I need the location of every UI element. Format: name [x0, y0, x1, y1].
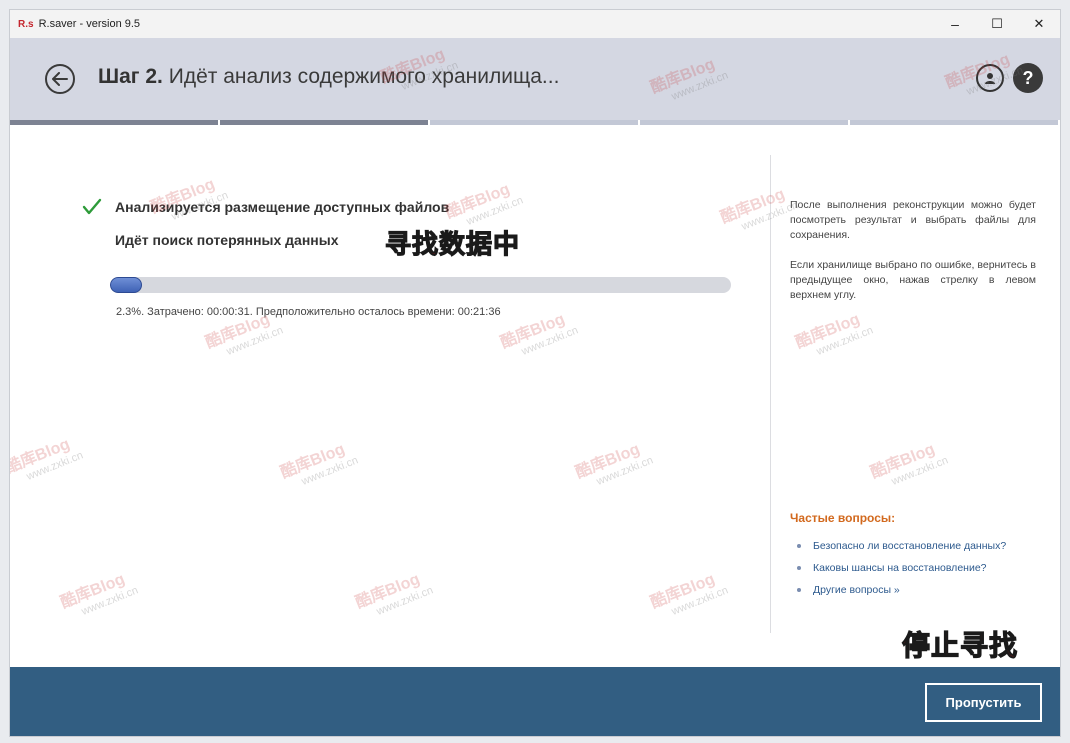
task-current: Идёт поиск потерянных данных	[115, 232, 339, 248]
user-icon	[985, 72, 995, 84]
faq-link-safety[interactable]: Безопасно ли восстановление данных?	[797, 535, 1006, 557]
bullet-icon	[797, 566, 801, 570]
close-button[interactable]: ✕	[1018, 10, 1060, 38]
main-content: Анализируется размещение доступных файло…	[10, 125, 770, 667]
page-title: Шаг 2. Идёт анализ содержимого хранилища…	[98, 65, 559, 89]
window-title: R.saver - version 9.5	[38, 18, 141, 30]
annotation-stop-search: 停止寻找	[901, 629, 1019, 661]
wizard-footer: Пропустить	[10, 667, 1060, 736]
account-button[interactable]	[976, 64, 1004, 92]
step-segment	[850, 120, 1060, 125]
progress-fill	[110, 277, 142, 293]
info-text-result: После выполнения реконструкции можно буд…	[790, 199, 1036, 241]
progress-bar	[110, 277, 731, 293]
arrow-left-icon	[52, 72, 68, 86]
wizard-header: Шаг 2. Идёт анализ содержимого хранилища…	[10, 38, 1060, 120]
minimize-button[interactable]: –	[934, 10, 976, 38]
maximize-button[interactable]: ☐	[976, 10, 1018, 38]
info-text-back: Если хранилище выбрано по ошибке, вернит…	[790, 259, 1036, 301]
info-panel: После выполнения реконструкции можно буд…	[770, 155, 1060, 633]
progress-status: 2.3%. Затрачено: 00:00:31. Предположител…	[116, 306, 501, 318]
task-completed: Анализируется размещение доступных файло…	[115, 199, 450, 215]
title-bar: R.s R.saver - version 9.5 – ☐ ✕	[10, 10, 1060, 38]
checkmark-icon	[82, 198, 102, 215]
annotation-searching: 寻找数据中	[384, 228, 521, 259]
skip-button[interactable]: Пропустить	[925, 683, 1042, 722]
step-title: Идёт анализ содержимого хранилища...	[168, 65, 560, 88]
faq-link-other[interactable]: Другие вопросы »	[797, 579, 1006, 601]
app-window: R.s R.saver - version 9.5 – ☐ ✕ Шаг 2. И…	[9, 9, 1061, 737]
bullet-icon	[797, 588, 801, 592]
step-label: Шаг 2.	[98, 65, 163, 88]
faq-link-chances[interactable]: Каковы шансы на восстановление?	[797, 557, 1006, 579]
back-button[interactable]	[45, 64, 75, 94]
window-controls: – ☐ ✕	[934, 10, 1060, 38]
help-button[interactable]: ?	[1013, 63, 1043, 93]
bullet-icon	[797, 544, 801, 548]
faq-title: Частые вопросы:	[790, 511, 896, 525]
app-logo: R.s	[18, 18, 34, 30]
faq-list: Безопасно ли восстановление данных? Како…	[797, 535, 1006, 601]
